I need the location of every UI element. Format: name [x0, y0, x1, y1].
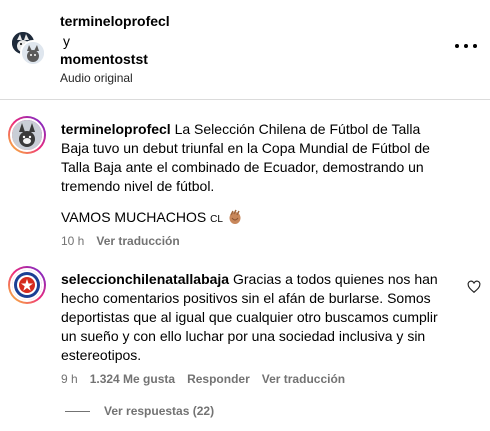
reply-button[interactable]: Responder [187, 372, 250, 386]
view-replies-button[interactable]: Ver respuestas (22) [65, 404, 214, 418]
likes-count[interactable]: 1.324 Me gusta [90, 372, 175, 386]
heart-icon[interactable] [467, 280, 481, 294]
replies-divider [65, 410, 90, 412]
caption-text: termineloprofecl La Selección Chilena de… [61, 120, 451, 196]
clapping-hands-icon [227, 209, 243, 230]
comment-body-2: VAMOS MUCHACHOS [61, 209, 207, 225]
comment-username[interactable]: termineloprofecl [61, 121, 171, 137]
translate-link[interactable]: Ver traducción [96, 234, 179, 248]
header-username-2[interactable]: momentostst [60, 51, 148, 67]
comment-time: 9 h [61, 372, 78, 386]
comment-username[interactable]: seleccionchilenatallabaja [61, 271, 229, 287]
audio-label[interactable]: Audio original [60, 71, 133, 85]
translate-link[interactable]: Ver traducción [262, 372, 345, 386]
avatar-momentostst[interactable] [20, 40, 46, 66]
comment-avatar[interactable] [8, 116, 46, 154]
header-username-1[interactable]: termineloprofecl [60, 13, 170, 29]
collab-avatars[interactable] [10, 30, 46, 66]
country-code: CL [210, 214, 223, 225]
comment-text: seleccionchilenatallabaja Gracias a todo… [61, 270, 451, 365]
comment-meta: 10 h Ver traducción [61, 234, 192, 248]
header-conjunction: y [63, 33, 70, 49]
caption-text-2: VAMOS MUCHACHOS CL [61, 208, 451, 230]
comment-time: 10 h [61, 234, 85, 248]
view-replies-label[interactable]: Ver respuestas (22) [104, 404, 214, 418]
comment-meta: 9 h 1.324 Me gusta Responder Ver traducc… [61, 372, 357, 386]
comment-avatar[interactable] [8, 266, 46, 304]
post-header: termineloprofecl y momentostst Audio ori… [0, 0, 490, 100]
more-options-icon[interactable] [455, 38, 477, 54]
